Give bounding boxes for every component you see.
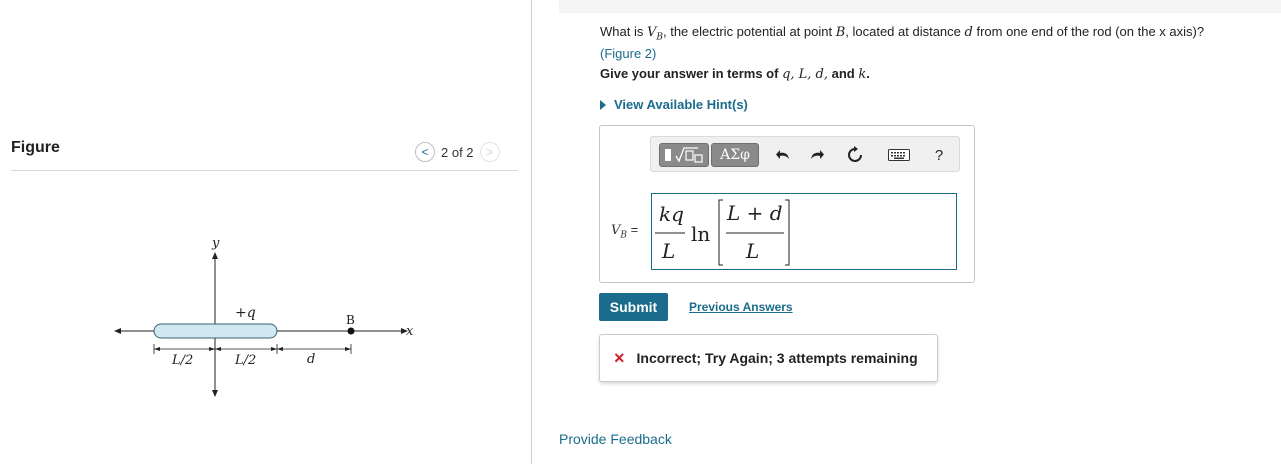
instruction-text: Give your answer in terms of q, L, d, an… [600,66,870,82]
redo-icon [811,150,824,159]
dim-arrow-4 [271,347,277,351]
previous-answers-link[interactable]: Previous Answers [689,300,793,314]
instruction-and: and [828,66,859,81]
point-b-marker [347,327,355,335]
dim-arrow-5 [277,347,283,351]
answer-box: ΑΣφ ? VB = kq L ln L + d L [599,125,975,283]
view-hints-link[interactable]: View Available Hint(s) [600,97,748,112]
hints-label: View Available Hint(s) [614,97,748,112]
figure-navigation: < 2 of 2 > [415,142,500,162]
submit-button[interactable]: Submit [599,293,668,321]
question-mid: , the electric potential at point [662,24,836,39]
incorrect-icon: × [614,347,625,368]
question-point: B [835,25,846,40]
left-half-label: L/2 [171,353,193,368]
math-toolbar: ΑΣφ ? [650,136,960,172]
answer-label-var: V [611,223,621,238]
x-axis-arrow-left [114,328,121,334]
inner-denominator: L [745,239,759,263]
answer-expression: kq L ln L + d L [655,199,790,266]
dim-arrow-1 [154,347,160,351]
answer-label-eq: = [627,222,639,237]
fraction-numerator: kq [659,202,684,226]
feedback-message: × Incorrect; Try Again; 3 attempts remai… [599,334,938,382]
instruction-end: . [866,66,870,81]
redo-button[interactable] [805,143,829,167]
chevron-right-icon: > [486,145,494,159]
dim-arrow-2 [209,347,215,351]
panel-divider [531,0,532,464]
point-b-label: B [346,313,355,327]
reset-button[interactable] [843,143,867,167]
instruction-prefix: Give your answer in terms of [600,66,783,81]
feedback-text: Incorrect; Try Again; 3 attempts remaini… [636,350,918,366]
instruction-vars: q, L, d, [782,67,829,82]
figure-title: Figure [11,139,60,156]
right-bracket [785,199,790,266]
reset-icon [848,146,862,162]
keyboard-icon [888,149,910,161]
ln-function: ln [691,222,710,246]
provide-feedback-link[interactable]: Provide Feedback [559,431,672,447]
templates-button[interactable] [659,143,709,167]
symbols-button[interactable]: ΑΣφ [711,143,759,167]
inner-numerator: L + d [726,201,783,225]
right-half-label: L/2 [234,353,256,368]
undo-icon [776,150,789,159]
question-prefix: What is [600,24,647,39]
fraction-denominator: L [661,239,675,263]
figure-link[interactable]: (Figure 2) [600,46,656,61]
left-bracket [718,199,723,266]
dim-arrow-6 [345,347,351,351]
figure-divider [11,170,518,171]
y-axis-arrow-up [212,252,218,259]
answer-label: VB = [611,222,638,241]
charge-label: +q [235,305,256,321]
question-suffix: from one end of the rod (on the x axis)? [972,24,1205,39]
y-axis-label: y [211,236,220,251]
keyboard-button[interactable] [885,143,913,167]
chevron-left-icon: < [421,145,429,159]
charged-rod [153,323,278,339]
question-var: V [646,25,657,40]
caret-right-icon [600,99,606,110]
answer-input[interactable]: kq L ln L + d L [651,193,957,270]
templates-icon [665,147,703,163]
question-text: What is VB, the electric potential at po… [600,24,1240,62]
figure-position: 2 of 2 [441,144,474,160]
top-band [559,0,1281,13]
rod-diagram: y x +q B L/2 L/2 d [114,236,414,397]
question-dist: d [964,25,973,40]
question-var-sub: B [656,32,663,43]
dim-arrow-3 [215,347,221,351]
undo-button[interactable] [771,143,795,167]
previous-figure-button[interactable]: < [415,142,435,162]
help-button[interactable]: ? [927,143,951,167]
next-figure-button[interactable]: > [479,142,500,162]
distance-label: d [307,352,315,367]
x-axis-label: x [406,324,414,339]
y-axis-arrow-down [212,390,218,397]
question-mid2: , located at distance [845,24,965,39]
